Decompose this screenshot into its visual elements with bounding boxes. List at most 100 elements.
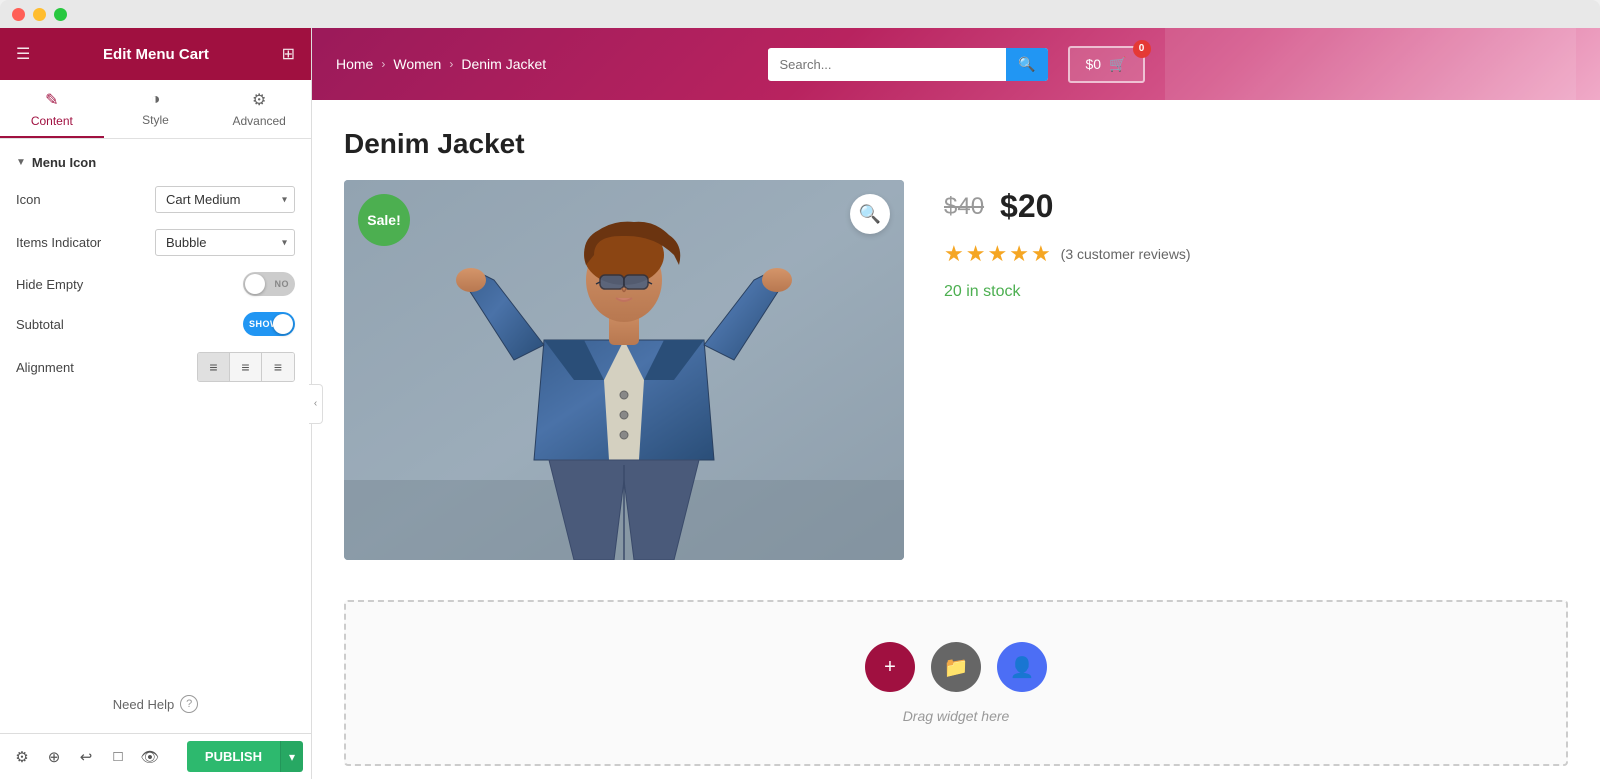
publish-button[interactable]: PUBLISH xyxy=(187,741,280,772)
section-label: Menu Icon xyxy=(32,155,96,170)
align-center-button[interactable]: ≡ xyxy=(230,353,262,381)
hide-empty-row: Hide Empty NO xyxy=(16,272,295,296)
search-wrapper: 🔍 xyxy=(768,48,1048,81)
publish-dropdown-button[interactable]: ▾ xyxy=(280,741,303,772)
app-container: ☰ Edit Menu Cart ⊞ ✎ Content ◑ Style ⚙ A… xyxy=(0,28,1600,779)
price-wrap: $40 $20 xyxy=(944,188,1568,225)
cart-badge: 0 xyxy=(1133,40,1151,58)
settings-icon[interactable]: ⚙ xyxy=(8,743,36,771)
nav-spacer xyxy=(1165,28,1577,100)
hide-empty-label: Hide Empty xyxy=(16,277,83,292)
product-title: Denim Jacket xyxy=(344,128,1568,160)
star-rating: ★ ★ ★ ★ ★ xyxy=(944,241,1051,267)
items-indicator-row: Items Indicator None Bubble Plain ▾ xyxy=(16,229,295,256)
panel-header: ☰ Edit Menu Cart ⊞ xyxy=(0,28,311,80)
hide-empty-toggle-off[interactable]: NO xyxy=(243,272,295,296)
minimize-button[interactable] xyxy=(33,8,46,21)
help-icon[interactable]: ? xyxy=(180,695,198,713)
tab-content[interactable]: ✎ Content xyxy=(0,80,104,138)
tab-style[interactable]: ◑ Style xyxy=(104,80,208,138)
product-image-wrap: Sale! 🔍 xyxy=(344,180,904,560)
panel-title: Edit Menu Cart xyxy=(103,46,209,63)
collapse-panel-handle[interactable]: ‹ xyxy=(309,384,323,424)
product-layout: Sale! 🔍 xyxy=(344,180,1568,560)
left-panel: ☰ Edit Menu Cart ⊞ ✎ Content ◑ Style ⚙ A… xyxy=(0,28,312,779)
align-right-button[interactable]: ≡ xyxy=(262,353,294,381)
breadcrumb-denim-jacket[interactable]: Denim Jacket xyxy=(461,56,546,72)
top-navigation: Home › Women › Denim Jacket 🔍 $0 🛒 0 xyxy=(312,28,1600,100)
preview-icon[interactable]: 👁 xyxy=(136,743,164,771)
need-help: Need Help ? xyxy=(0,675,311,733)
drop-zone-label: Drag widget here xyxy=(903,708,1010,724)
responsive-icon[interactable]: □ xyxy=(104,743,132,771)
content-area: Denim Jacket Sale! 🔍 xyxy=(312,100,1600,779)
hide-empty-off-label: NO xyxy=(275,279,290,289)
panel-tabs: ✎ Content ◑ Style ⚙ Advanced xyxy=(0,80,311,139)
items-indicator-label: Items Indicator xyxy=(16,235,101,250)
price-new: $20 xyxy=(1000,188,1053,225)
tab-style-label: Style xyxy=(142,113,169,127)
subtotal-toggle-on[interactable]: SHOW xyxy=(243,312,295,336)
right-panel: Home › Women › Denim Jacket 🔍 $0 🛒 0 Den… xyxy=(312,28,1600,779)
items-indicator-select[interactable]: None Bubble Plain xyxy=(155,229,295,256)
sale-badge: Sale! xyxy=(358,194,410,246)
zoom-button[interactable]: 🔍 xyxy=(850,194,890,234)
align-left-button[interactable]: ≡ xyxy=(198,353,230,381)
star-2: ★ xyxy=(966,241,986,267)
breadcrumb-women[interactable]: Women xyxy=(393,56,441,72)
chevron-down-icon: ▼ xyxy=(16,157,26,168)
star-3: ★ xyxy=(987,241,1007,267)
subtotal-toggle[interactable]: SHOW xyxy=(243,312,295,336)
search-button[interactable]: 🔍 xyxy=(1006,48,1047,81)
items-indicator-select-wrapper: None Bubble Plain ▾ xyxy=(155,229,295,256)
breadcrumb-sep-2: › xyxy=(449,57,453,71)
stars-wrap: ★ ★ ★ ★ ★ (3 customer reviews) xyxy=(944,241,1568,267)
breadcrumb-sep-1: › xyxy=(381,57,385,71)
panel-bottom-toolbar: ⚙ ⊕ ↩ □ 👁 PUBLISH ▾ xyxy=(0,733,311,779)
folder-button[interactable]: 📁 xyxy=(931,642,981,692)
price-old: $40 xyxy=(944,193,984,221)
close-button[interactable] xyxy=(12,8,25,21)
drop-zone-buttons: + 📁 👤 xyxy=(865,642,1047,692)
cart-button[interactable]: $0 🛒 0 xyxy=(1068,46,1145,83)
icon-select-wrapper: Cart Small Cart Medium Cart Large ▾ xyxy=(155,186,295,213)
publish-button-wrap: PUBLISH ▾ xyxy=(187,741,303,772)
layers-icon[interactable]: ⊕ xyxy=(40,743,68,771)
bottom-icons: ⚙ ⊕ ↩ □ 👁 xyxy=(8,743,164,771)
search-input[interactable] xyxy=(768,49,1007,80)
widget-button[interactable]: 👤 xyxy=(997,642,1047,692)
breadcrumb: Home › Women › Denim Jacket xyxy=(336,56,748,72)
tab-advanced[interactable]: ⚙ Advanced xyxy=(207,80,311,138)
stock-text: 20 in stock xyxy=(944,283,1568,301)
hamburger-icon[interactable]: ☰ xyxy=(16,44,30,64)
cart-price: $0 xyxy=(1086,56,1102,72)
grid-icon[interactable]: ⊞ xyxy=(282,44,295,64)
cart-icon: 🛒 xyxy=(1109,56,1126,73)
window-chrome xyxy=(0,0,1600,28)
alignment-row: Alignment ≡ ≡ ≡ xyxy=(16,352,295,382)
advanced-tab-icon: ⚙ xyxy=(252,90,266,110)
tab-advanced-label: Advanced xyxy=(232,114,285,128)
add-widget-button[interactable]: + xyxy=(865,642,915,692)
content-tab-icon: ✎ xyxy=(45,90,58,110)
hide-empty-toggle[interactable]: NO xyxy=(243,272,295,296)
menu-icon-section-header[interactable]: ▼ Menu Icon xyxy=(16,155,295,170)
style-tab-icon: ◑ xyxy=(151,91,161,109)
history-icon[interactable]: ↩ xyxy=(72,743,100,771)
icon-select[interactable]: Cart Small Cart Medium Cart Large xyxy=(155,186,295,213)
breadcrumb-home[interactable]: Home xyxy=(336,56,373,72)
reviews-text[interactable]: (3 customer reviews) xyxy=(1061,246,1191,262)
icon-label: Icon xyxy=(16,192,41,207)
maximize-button[interactable] xyxy=(54,8,67,21)
star-4: ★ xyxy=(1009,241,1029,267)
drop-zone: + 📁 👤 Drag widget here xyxy=(344,600,1568,766)
subtotal-row: Subtotal SHOW xyxy=(16,312,295,336)
panel-body: ▼ Menu Icon Icon Cart Small Cart Medium … xyxy=(0,139,311,675)
product-image-svg xyxy=(344,180,904,560)
subtotal-label: Subtotal xyxy=(16,317,64,332)
product-image xyxy=(344,180,904,560)
product-info: $40 $20 ★ ★ ★ ★ ★ (3 customer reviews) xyxy=(944,180,1568,560)
alignment-buttons: ≡ ≡ ≡ xyxy=(197,352,295,382)
need-help-text: Need Help xyxy=(113,697,174,712)
star-1: ★ xyxy=(944,241,964,267)
